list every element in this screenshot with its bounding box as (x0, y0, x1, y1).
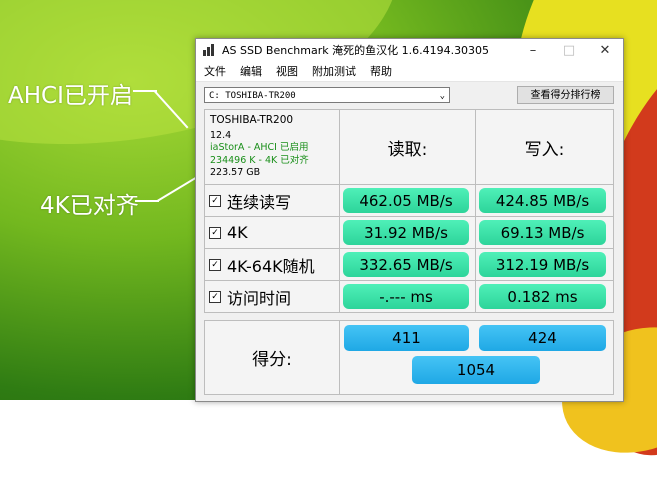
row-access-label: 访问时间 (227, 288, 292, 308)
access-write-value: 0.182 ms (479, 284, 606, 309)
drive-select[interactable]: C: TOSHIBA-TR200 ⌄ (204, 87, 450, 103)
row-4k-label: 4K (227, 223, 248, 242)
access-read-value: -.--- ms (343, 284, 469, 309)
checkbox-4k[interactable]: ✓ (209, 226, 221, 239)
4k-read-value: 31.92 MB/s (343, 220, 469, 245)
annotation-4k-aligned: 4K已对齐 (40, 193, 139, 219)
row-4k-write-cell: 69.13 MB/s (475, 216, 614, 249)
chevron-down-icon: ⌄ (439, 91, 445, 101)
write-header: 写入: (475, 109, 614, 185)
score-total: 1054 (412, 356, 540, 384)
row-4k64-label: 4K-64K随机 (227, 256, 315, 276)
title-bar: AS SSD Benchmark 淹死的鱼汉化 1.6.4194.30305 –… (196, 39, 623, 61)
4k64-read-value: 332.65 MB/s (343, 252, 469, 277)
drive-driver: iaStorA - AHCI 已启用 (210, 142, 309, 153)
minimize-icon[interactable]: – (515, 43, 551, 58)
score-label: 得分: (204, 320, 340, 395)
checkbox-4k64[interactable]: ✓ (209, 258, 221, 271)
row-seq-read-cell: 462.05 MB/s (339, 184, 476, 217)
row-seq-label: 连续读写 (227, 192, 292, 212)
checkbox-access[interactable]: ✓ (209, 290, 221, 303)
row-label-4k64: ✓ 4K-64K随机 (204, 248, 340, 281)
score-write: 424 (479, 325, 606, 351)
row-4k-read-cell: 31.92 MB/s (339, 216, 476, 249)
row-access-write-cell: 0.182 ms (475, 280, 614, 313)
row-label-4k: ✓ 4K (204, 216, 340, 249)
view-ranking-button[interactable]: 查看得分排行榜 (517, 86, 614, 104)
drive-alignment: 234496 K - 4K 已对齐 (210, 154, 309, 166)
maximize-icon[interactable]: □ (551, 43, 587, 58)
seq-write-value: 424.85 MB/s (479, 188, 606, 213)
toolbar: C: TOSHIBA-TR200 ⌄ 查看得分排行榜 (196, 82, 623, 108)
drive-select-value: C: TOSHIBA-TR200 (209, 91, 296, 101)
menu-view[interactable]: 视图 (276, 63, 298, 79)
app-icon (202, 44, 216, 56)
row-4k64-write-cell: 312.19 MB/s (475, 248, 614, 281)
menu-bar: 文件 编辑 视图 附加测试 帮助 (196, 61, 623, 82)
window-title: AS SSD Benchmark 淹死的鱼汉化 1.6.4194.30305 (222, 44, 490, 57)
menu-extra-tests[interactable]: 附加测试 (312, 63, 356, 79)
row-label-seq: ✓ 连续读写 (204, 184, 340, 217)
drive-size: 223.57 GB (210, 167, 261, 178)
annotation-ahci: AHCI已开启 (8, 83, 133, 109)
menu-edit[interactable]: 编辑 (240, 63, 262, 79)
drive-info-panel: TOSHIBA-TR200 12.4 iaStorA - AHCI 已启用 23… (204, 109, 340, 185)
seq-read-value: 462.05 MB/s (343, 188, 469, 213)
menu-file[interactable]: 文件 (204, 63, 226, 79)
4k64-write-value: 312.19 MB/s (479, 252, 606, 277)
score-read: 411 (344, 325, 469, 351)
menu-help[interactable]: 帮助 (370, 63, 392, 79)
row-4k64-read-cell: 332.65 MB/s (339, 248, 476, 281)
close-icon[interactable]: ✕ (587, 43, 623, 58)
annotation-4k-line (135, 200, 159, 202)
4k-write-value: 69.13 MB/s (479, 220, 606, 245)
read-header: 读取: (339, 109, 476, 185)
drive-firmware: 12.4 (210, 129, 232, 141)
benchmark-window: AS SSD Benchmark 淹死的鱼汉化 1.6.4194.30305 –… (195, 38, 624, 402)
drive-model: TOSHIBA-TR200 (210, 114, 294, 126)
row-access-read-cell: -.--- ms (339, 280, 476, 313)
checkbox-seq[interactable]: ✓ (209, 194, 221, 207)
score-panel: 411 424 1054 (339, 320, 614, 395)
row-seq-write-cell: 424.85 MB/s (475, 184, 614, 217)
row-label-access: ✓ 访问时间 (204, 280, 340, 313)
